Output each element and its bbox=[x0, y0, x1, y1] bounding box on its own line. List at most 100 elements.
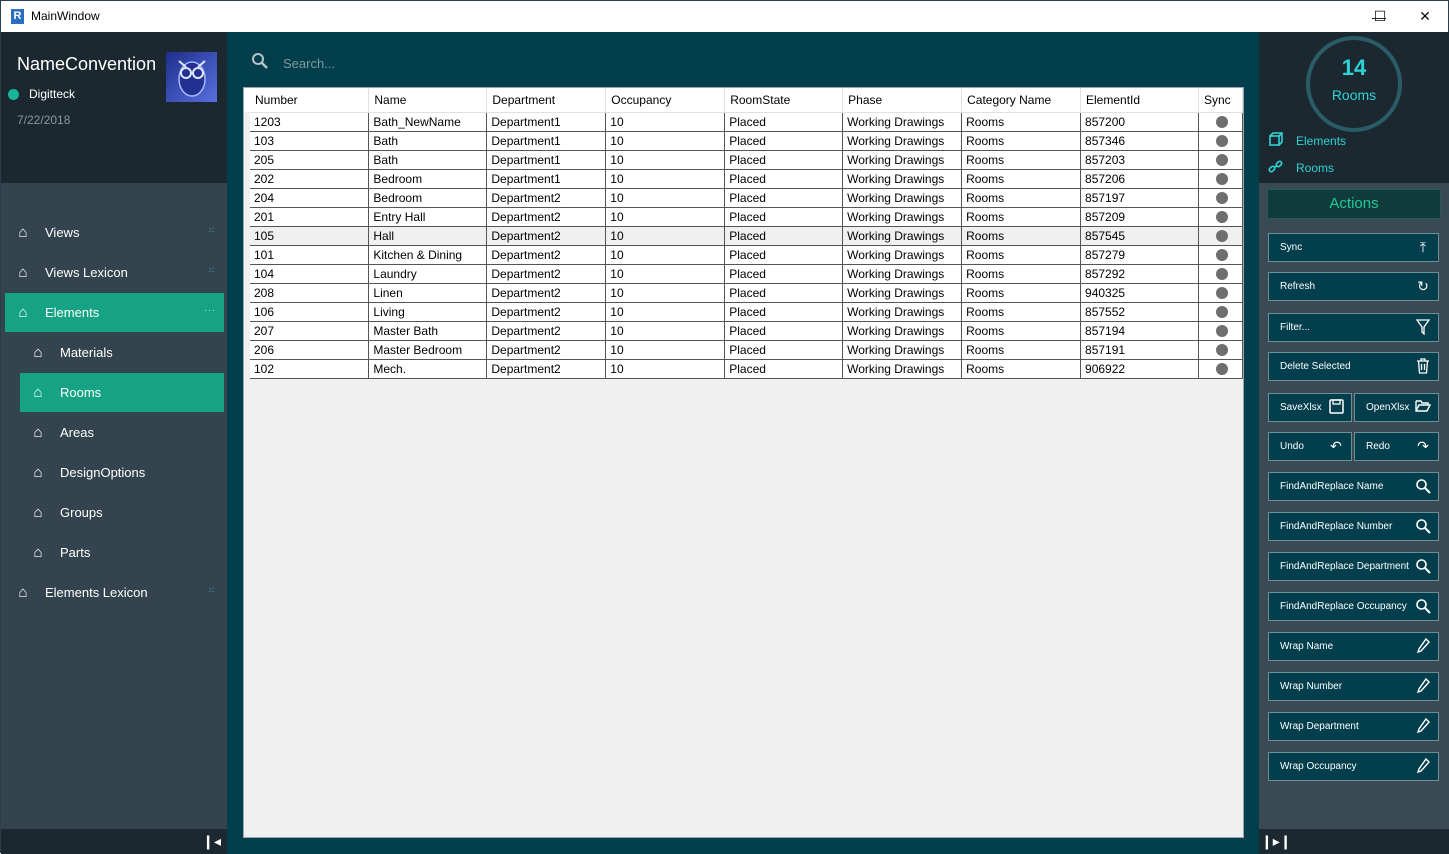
table-row[interactable]: 208 Linen Department2 10 Placed Working Drawi… bbox=[244, 283, 1244, 303]
sidebar-item-materials[interactable]: ⌂ Materials bbox=[20, 333, 224, 372]
table-cell[interactable]: 857191 bbox=[1080, 340, 1199, 360]
column-header-sync[interactable]: Sync bbox=[1198, 88, 1244, 113]
table-cell[interactable]: Working Drawings bbox=[842, 321, 963, 341]
sync-cell[interactable] bbox=[1198, 340, 1244, 360]
table-cell[interactable]: Rooms bbox=[961, 150, 1082, 170]
table-row[interactable]: 201 Entry Hall Department2 10 Placed Working … bbox=[244, 207, 1244, 227]
sidebar-item-areas[interactable]: ⌂ Areas bbox=[20, 413, 224, 452]
table-cell[interactable]: Placed bbox=[724, 207, 844, 227]
table-cell[interactable]: Placed bbox=[724, 283, 844, 303]
sync-cell[interactable] bbox=[1198, 302, 1244, 322]
maximize-button[interactable]: ☐ bbox=[1357, 1, 1403, 32]
table-cell[interactable]: Working Drawings bbox=[842, 302, 963, 322]
table-cell[interactable]: 857200 bbox=[1080, 112, 1199, 132]
table-cell[interactable]: Department2 bbox=[486, 359, 607, 379]
table-cell[interactable]: Department2 bbox=[486, 321, 607, 341]
table-cell[interactable]: Placed bbox=[724, 359, 844, 379]
sync-cell[interactable] bbox=[1198, 226, 1244, 246]
sidebar-item-rooms[interactable]: ⌂ Rooms bbox=[20, 373, 224, 412]
table-cell[interactable]: Rooms bbox=[961, 169, 1082, 189]
table-cell[interactable]: Bath bbox=[368, 131, 488, 151]
table-cell[interactable]: 857203 bbox=[1080, 150, 1199, 170]
table-cell[interactable]: 101 bbox=[249, 245, 370, 265]
table-cell[interactable]: 10 bbox=[605, 264, 726, 284]
column-header-department[interactable]: Department bbox=[486, 88, 607, 113]
table-cell[interactable]: Working Drawings bbox=[842, 359, 963, 379]
wrap-occupancy-button[interactable]: Wrap Occupancy bbox=[1268, 752, 1439, 781]
table-cell[interactable]: Bath bbox=[368, 150, 488, 170]
table-cell[interactable]: Placed bbox=[724, 112, 844, 132]
table-cell[interactable]: 857552 bbox=[1080, 302, 1199, 322]
sync-cell[interactable] bbox=[1198, 112, 1244, 132]
table-cell[interactable]: Working Drawings bbox=[842, 112, 963, 132]
table-cell[interactable]: Department1 bbox=[486, 112, 607, 132]
table-cell[interactable]: Rooms bbox=[961, 302, 1082, 322]
column-header-category-name[interactable]: Category Name bbox=[961, 88, 1082, 113]
table-row[interactable]: 104 Laundry Department2 10 Placed Working Dra… bbox=[244, 264, 1244, 284]
table-cell[interactable]: Department2 bbox=[486, 207, 607, 227]
table-cell[interactable]: Working Drawings bbox=[842, 188, 963, 208]
table-cell[interactable]: Working Drawings bbox=[842, 245, 963, 265]
table-cell[interactable]: Placed bbox=[724, 340, 844, 360]
sync-cell[interactable] bbox=[1198, 131, 1244, 151]
table-cell[interactable]: Rooms bbox=[961, 321, 1082, 341]
table-cell[interactable]: Placed bbox=[724, 321, 844, 341]
search-input[interactable] bbox=[283, 52, 683, 74]
delete-selected-button[interactable]: Delete Selected bbox=[1268, 352, 1439, 381]
table-row[interactable]: 103 Bath Department1 10 Placed Working Drawin… bbox=[244, 131, 1244, 151]
table-cell[interactable]: 940325 bbox=[1080, 283, 1199, 303]
table-cell[interactable]: Rooms bbox=[961, 359, 1082, 379]
table-cell[interactable]: Placed bbox=[724, 264, 844, 284]
table-cell[interactable]: Rooms bbox=[961, 112, 1082, 132]
table-row[interactable]: 202 Bedroom Department1 10 Placed Working Dra… bbox=[244, 169, 1244, 189]
redo-button[interactable]: Redo ↷ bbox=[1354, 432, 1439, 461]
sidebar-item-groups[interactable]: ⌂ Groups bbox=[20, 493, 224, 532]
table-cell[interactable]: Mech. bbox=[368, 359, 488, 379]
close-button[interactable]: ✕ bbox=[1402, 1, 1448, 32]
table-cell[interactable]: 857545 bbox=[1080, 226, 1199, 246]
table-cell[interactable]: Bedroom bbox=[368, 169, 488, 189]
table-cell[interactable]: Department2 bbox=[486, 283, 607, 303]
table-cell[interactable]: 10 bbox=[605, 321, 726, 341]
table-cell[interactable]: Working Drawings bbox=[842, 207, 963, 227]
table-cell[interactable]: 10 bbox=[605, 169, 726, 189]
sidebar-item-views-lexicon[interactable]: ⌂ Views Lexicon ⁙ bbox=[5, 253, 224, 292]
table-cell[interactable]: Department2 bbox=[486, 302, 607, 322]
table-cell[interactable]: 10 bbox=[605, 112, 726, 132]
table-cell[interactable]: Department2 bbox=[486, 188, 607, 208]
table-row[interactable]: 207 Master Bath Department2 10 Placed Working… bbox=[244, 321, 1244, 341]
table-cell[interactable]: Rooms bbox=[961, 188, 1082, 208]
sync-button[interactable]: Sync ⤒ bbox=[1268, 233, 1439, 262]
column-header-name[interactable]: Name bbox=[368, 88, 488, 113]
table-cell[interactable]: 10 bbox=[605, 226, 726, 246]
table-cell[interactable]: Department1 bbox=[486, 150, 607, 170]
sidebar-item-parts[interactable]: ⌂ Parts bbox=[20, 533, 224, 572]
table-cell[interactable]: Working Drawings bbox=[842, 340, 963, 360]
table-cell[interactable]: 857197 bbox=[1080, 188, 1199, 208]
table-cell[interactable]: Working Drawings bbox=[842, 264, 963, 284]
table-cell[interactable]: Placed bbox=[724, 150, 844, 170]
table-cell[interactable]: Department2 bbox=[486, 264, 607, 284]
table-cell[interactable]: Department2 bbox=[486, 226, 607, 246]
table-cell[interactable]: Rooms bbox=[961, 340, 1082, 360]
table-row[interactable]: 105 Hall Department2 10 Placed Working Drawin… bbox=[244, 226, 1244, 246]
sync-cell[interactable] bbox=[1198, 321, 1244, 341]
sync-cell[interactable] bbox=[1198, 207, 1244, 227]
rooms-data-grid[interactable]: Number Name Department Occupancy RoomSta… bbox=[243, 87, 1244, 838]
table-cell[interactable]: 103 bbox=[249, 131, 370, 151]
table-cell[interactable]: Rooms bbox=[961, 264, 1082, 284]
sidebar-item-views[interactable]: ⌂ Views ⁙ bbox=[5, 213, 224, 252]
table-cell[interactable]: 857292 bbox=[1080, 264, 1199, 284]
rooms-link[interactable]: Rooms bbox=[1267, 159, 1334, 177]
table-cell[interactable]: 10 bbox=[605, 188, 726, 208]
table-row[interactable]: 206 Master Bedroom Department2 10 Placed Work… bbox=[244, 340, 1244, 360]
table-row[interactable]: 101 Kitchen & Dining Department2 10 Placed Wo… bbox=[244, 245, 1244, 265]
table-cell[interactable]: 1203 bbox=[249, 112, 370, 132]
table-cell[interactable]: Department1 bbox=[486, 169, 607, 189]
table-cell[interactable]: Department2 bbox=[486, 245, 607, 265]
table-cell[interactable]: Working Drawings bbox=[842, 283, 963, 303]
sync-cell[interactable] bbox=[1198, 359, 1244, 379]
sidebar-item-elements-lexicon[interactable]: ⌂ Elements Lexicon ⁙ bbox=[5, 573, 224, 612]
column-header-elementid[interactable]: ElementId bbox=[1080, 88, 1199, 113]
table-cell[interactable]: Living bbox=[368, 302, 488, 322]
